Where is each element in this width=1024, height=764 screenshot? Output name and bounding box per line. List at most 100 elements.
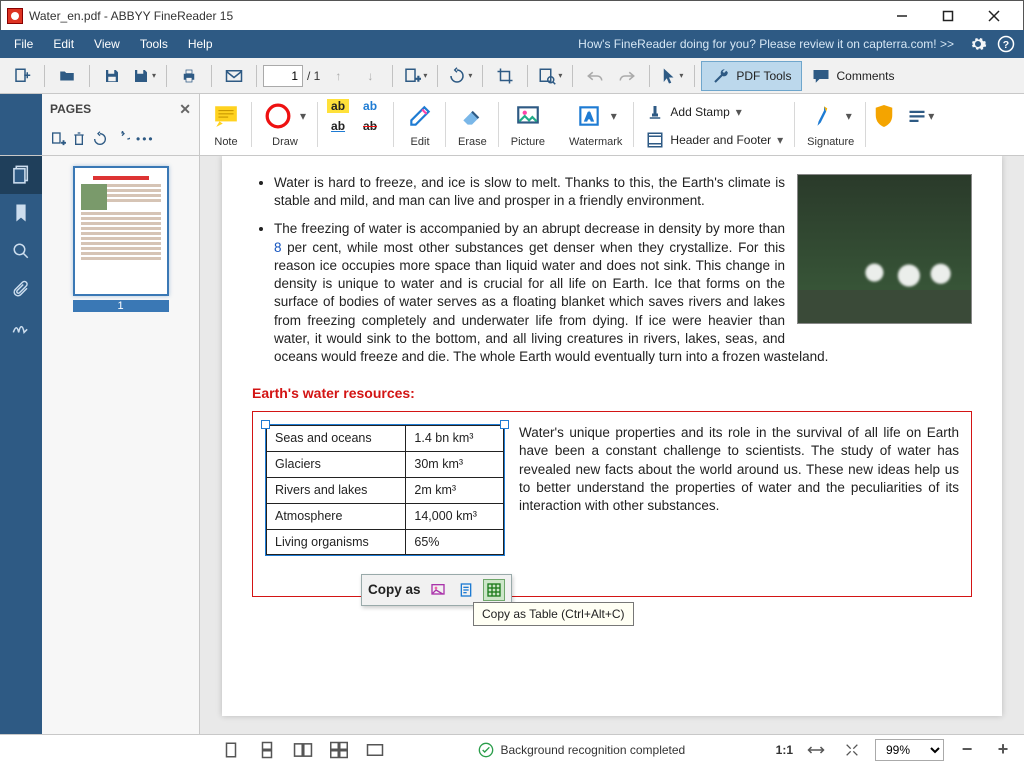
more-icon[interactable]: ••• <box>136 132 155 146</box>
zoom-select[interactable]: 99% <box>875 739 944 761</box>
undo-button[interactable] <box>579 61 611 91</box>
signatures-tab-icon[interactable] <box>0 308 42 346</box>
help-icon[interactable]: ? <box>992 30 1020 58</box>
table-row: Living organisms65% <box>267 529 504 555</box>
comments-label: Comments <box>836 69 894 83</box>
note-icon[interactable] <box>212 102 240 130</box>
window-title: Water_en.pdf - ABBYY FineReader 15 <box>29 9 233 23</box>
view-single-icon[interactable] <box>218 738 244 762</box>
maximize-button[interactable] <box>925 1 971 31</box>
signature-icon[interactable] <box>810 102 838 130</box>
svg-text:?: ? <box>1003 39 1009 51</box>
picture-icon[interactable] <box>514 102 542 130</box>
svg-text:+: + <box>416 74 421 84</box>
red-selection-box: Seas and oceans1.4 bn km³ Glaciers30m km… <box>252 411 972 597</box>
edit-icon[interactable] <box>406 102 434 130</box>
add-pages-button[interactable]: +▾ <box>399 61 431 91</box>
pdf-page: Water is hard to freeze, and ice is slow… <box>222 156 1002 716</box>
comments-button[interactable]: Comments <box>802 61 904 91</box>
highlight-icon[interactable]: ab <box>324 98 352 114</box>
stamp-icon <box>646 103 664 121</box>
add-page-icon[interactable]: + <box>50 131 66 147</box>
pdf-tools-button[interactable]: PDF Tools <box>701 61 802 91</box>
search-tab-icon[interactable] <box>0 232 42 270</box>
view-two-continuous-icon[interactable] <box>326 738 352 762</box>
print-button[interactable] <box>173 61 205 91</box>
table-row: Seas and oceans1.4 bn km³ <box>267 426 504 452</box>
table-selection[interactable]: Seas and oceans1.4 bn km³ Glaciers30m km… <box>265 424 505 556</box>
pages-panel: 1 <box>42 156 200 734</box>
menu-view[interactable]: View <box>84 30 130 58</box>
svg-text:+: + <box>61 138 65 147</box>
menu-file[interactable]: File <box>4 30 43 58</box>
minimize-button[interactable] <box>879 1 925 31</box>
menu-edit[interactable]: Edit <box>43 30 84 58</box>
zoom-in-button[interactable]: + <box>990 738 1016 762</box>
bullet-2-num: 8 <box>274 240 282 255</box>
main-toolbar: ▾ / 1 ↑ ↓ +▾ ▾ ▾ ▾ PDF Tools Comments <box>0 58 1024 94</box>
fit-width-icon[interactable] <box>803 738 829 762</box>
zoom-out-button[interactable]: − <box>954 738 980 762</box>
titlebar: Water_en.pdf - ABBYY FineReader 15 <box>1 1 1023 31</box>
settings-icon[interactable] <box>964 30 992 58</box>
menubar: File Edit View Tools Help How's FineRead… <box>0 30 1024 58</box>
edit-label: Edit <box>411 136 430 148</box>
signature-label: Signature <box>807 136 854 148</box>
underline-icon[interactable]: ab <box>324 118 352 134</box>
email-button[interactable] <box>218 61 250 91</box>
copy-as-image-icon[interactable] <box>427 579 449 601</box>
header-footer-button[interactable]: Header and Footer <box>670 133 771 147</box>
open-button[interactable] <box>51 61 83 91</box>
redo-button[interactable] <box>611 61 643 91</box>
pdf-tools-label: PDF Tools <box>736 69 791 83</box>
view-fullscreen-icon[interactable] <box>362 738 388 762</box>
delete-page-icon[interactable] <box>72 131 86 147</box>
attachments-tab-icon[interactable] <box>0 270 42 308</box>
recognize-button[interactable]: ▾ <box>534 61 566 91</box>
promo-link[interactable]: How's FineReader doing for you? Please r… <box>578 37 954 51</box>
rotate-left-icon[interactable] <box>92 131 108 147</box>
tooltip: Copy as Table (Ctrl+Alt+C) <box>473 602 634 626</box>
pages-close-icon[interactable]: ✕ <box>179 101 191 118</box>
save-button[interactable] <box>96 61 128 91</box>
save-as-button[interactable]: ▾ <box>128 61 160 91</box>
page-thumbnail[interactable] <box>73 166 169 296</box>
pointer-button[interactable]: ▾ <box>656 61 688 91</box>
edit-toolbar: PAGES ✕ + ••• Note ▾ Draw <box>0 94 1024 156</box>
view-continuous-icon[interactable] <box>254 738 280 762</box>
page-input[interactable] <box>263 65 303 87</box>
rotate-button[interactable]: ▾ <box>444 61 476 91</box>
security-icon[interactable] <box>870 102 898 130</box>
strikethrough-icon[interactable]: ab <box>356 118 384 134</box>
draw-icon[interactable] <box>264 102 292 130</box>
zoom-ratio[interactable]: 1:1 <box>776 743 793 757</box>
text-color-icon[interactable]: ab <box>356 98 384 114</box>
page-up-button[interactable]: ↑ <box>322 61 354 91</box>
view-two-page-icon[interactable] <box>290 738 316 762</box>
pages-tab-icon[interactable] <box>0 156 42 194</box>
check-icon <box>478 742 494 758</box>
watermark-icon[interactable]: A <box>575 102 603 130</box>
menu-help[interactable]: Help <box>178 30 223 58</box>
crop-button[interactable] <box>489 61 521 91</box>
close-button[interactable] <box>971 1 1017 31</box>
erase-icon[interactable] <box>458 102 486 130</box>
bookmarks-tab-icon[interactable] <box>0 194 42 232</box>
rotate-right-icon[interactable] <box>114 131 130 147</box>
picture-label: Picture <box>511 136 545 148</box>
menu-tools[interactable]: Tools <box>130 30 178 58</box>
page-down-button[interactable]: ↓ <box>354 61 386 91</box>
red-heading: Earth's water resources: <box>252 384 972 403</box>
copy-as-table-icon[interactable] <box>483 579 505 601</box>
pages-title: PAGES <box>50 102 91 116</box>
table-row: Glaciers30m km³ <box>267 451 504 477</box>
fit-page-icon[interactable] <box>839 738 865 762</box>
options-icon[interactable]: ▾ <box>908 109 934 123</box>
copy-as-text-icon[interactable] <box>455 579 477 601</box>
document-view[interactable]: Water is hard to freeze, and ice is slow… <box>200 156 1024 734</box>
new-button[interactable] <box>6 61 38 91</box>
waterfall-image <box>797 174 972 324</box>
add-stamp-button[interactable]: Add Stamp <box>670 105 729 119</box>
page-field: / 1 <box>263 65 322 87</box>
erase-label: Erase <box>458 136 487 148</box>
